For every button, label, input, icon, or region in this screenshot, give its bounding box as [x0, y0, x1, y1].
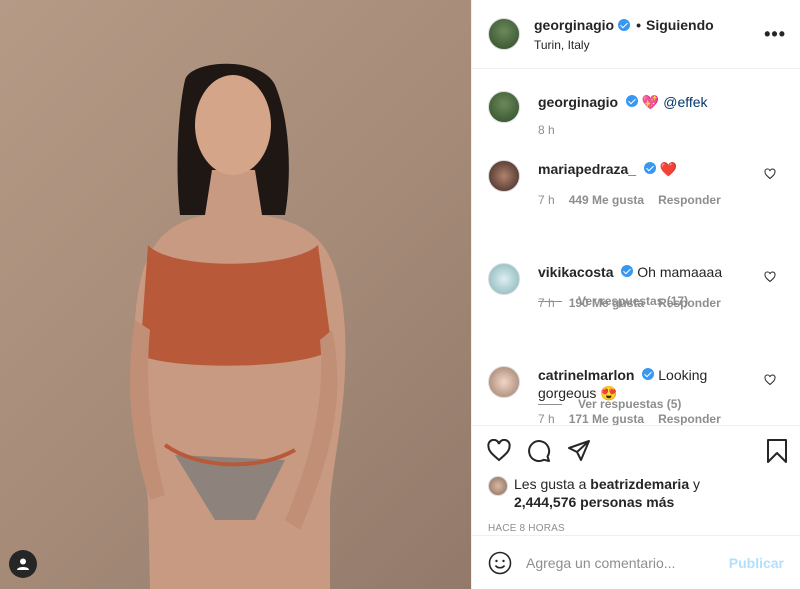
- post-location[interactable]: Turin, Italy: [534, 38, 764, 52]
- post-viewer: georginagio • Siguiendo Turin, Italy •••…: [0, 0, 800, 589]
- comment-avatar[interactable]: [488, 263, 520, 295]
- comment-item: vikikacosta Oh mamaaaa 7 h 190 Me gusta …: [472, 263, 800, 310]
- comment-avatar[interactable]: [488, 160, 520, 192]
- verified-badge-icon: [643, 162, 656, 174]
- share-paper-plane-icon[interactable]: [567, 439, 591, 463]
- caption-emoji: 💖: [641, 94, 660, 110]
- author-avatar[interactable]: [488, 18, 520, 50]
- liker-username[interactable]: beatrizdemaria: [590, 476, 689, 492]
- tagged-user-icon[interactable]: [9, 550, 37, 578]
- comment-text: Oh mamaaaa: [637, 264, 723, 280]
- reply-button[interactable]: Responder: [658, 193, 721, 207]
- like-heart-icon[interactable]: [487, 438, 511, 463]
- caption-username[interactable]: georginagio: [538, 94, 618, 110]
- comment-username[interactable]: mariapedraza_: [538, 161, 636, 177]
- comment-text: ❤️: [659, 161, 678, 177]
- like-comment-heart-icon[interactable]: [764, 271, 776, 283]
- post-timestamp[interactable]: HACE 8 HORAS: [472, 523, 800, 534]
- comment-input[interactable]: [526, 554, 729, 571]
- reply-button[interactable]: Responder: [658, 412, 721, 425]
- comment-item: mariapedraza_ ❤️ 7 h 449 Me gusta Respon…: [472, 160, 800, 207]
- like-comment-heart-icon[interactable]: [764, 374, 776, 386]
- post-header: georginagio • Siguiendo Turin, Italy •••: [472, 0, 800, 69]
- add-comment-bar: Publicar: [472, 535, 800, 589]
- comment-text-continued: gorgeous 😍: [538, 385, 618, 401]
- verified-badge-icon: [618, 18, 631, 31]
- comments-list[interactable]: georginagio 💖 @effek 8 h mariapedraza_ ❤…: [472, 69, 800, 425]
- caption-mention[interactable]: @effek: [663, 94, 707, 110]
- publish-button[interactable]: Publicar: [729, 555, 784, 571]
- verified-badge-icon: [626, 95, 639, 107]
- comment-avatar[interactable]: [488, 366, 520, 398]
- comment-bubble-icon[interactable]: [527, 439, 551, 463]
- like-comment-heart-icon[interactable]: [764, 168, 776, 180]
- post-sidebar: georginagio • Siguiendo Turin, Italy •••…: [471, 0, 800, 589]
- comment-likes[interactable]: 449 Me gusta: [569, 193, 644, 207]
- more-options-icon[interactable]: •••: [764, 24, 786, 45]
- follow-status-button[interactable]: Siguiendo: [646, 17, 714, 33]
- comment-likes[interactable]: 171 Me gusta: [569, 412, 644, 425]
- comment-likes[interactable]: 190 Me gusta: [569, 296, 644, 310]
- photo-subject: [130, 63, 346, 589]
- post-actions-bar: [472, 425, 800, 475]
- emoji-smiley-icon[interactable]: [488, 551, 512, 575]
- save-bookmark-icon[interactable]: [766, 438, 788, 463]
- comment-text: Looking: [658, 367, 708, 383]
- caption-avatar[interactable]: [488, 91, 520, 123]
- separator-dot: •: [636, 16, 642, 33]
- likes-count[interactable]: 2,444,576 personas más: [514, 494, 674, 510]
- comment-item: catrinelmarlon Looking gorgeous 😍 7 h 17…: [472, 366, 800, 425]
- post-photo[interactable]: [0, 0, 471, 589]
- caption: georginagio 💖 @effek 8 h: [472, 91, 800, 137]
- verified-badge-icon: [621, 265, 634, 277]
- verified-badge-icon: [642, 368, 655, 380]
- likes-summary: Les gusta a beatrizdemaria y 2,444,576 p…: [472, 475, 800, 511]
- likes-joiner: y: [693, 476, 700, 492]
- comment-time[interactable]: 7 h: [538, 412, 555, 425]
- comment-time[interactable]: 7 h: [538, 193, 555, 207]
- likes-prefix: Les gusta a: [514, 476, 587, 492]
- comment-username[interactable]: vikikacosta: [538, 264, 614, 280]
- liker-avatar[interactable]: [488, 476, 508, 496]
- comment-username[interactable]: catrinelmarlon: [538, 367, 634, 383]
- comment-time[interactable]: 7 h: [538, 296, 555, 310]
- author-username[interactable]: georginagio: [534, 17, 614, 33]
- caption-time[interactable]: 8 h: [538, 123, 555, 137]
- reply-button[interactable]: Responder: [658, 296, 721, 310]
